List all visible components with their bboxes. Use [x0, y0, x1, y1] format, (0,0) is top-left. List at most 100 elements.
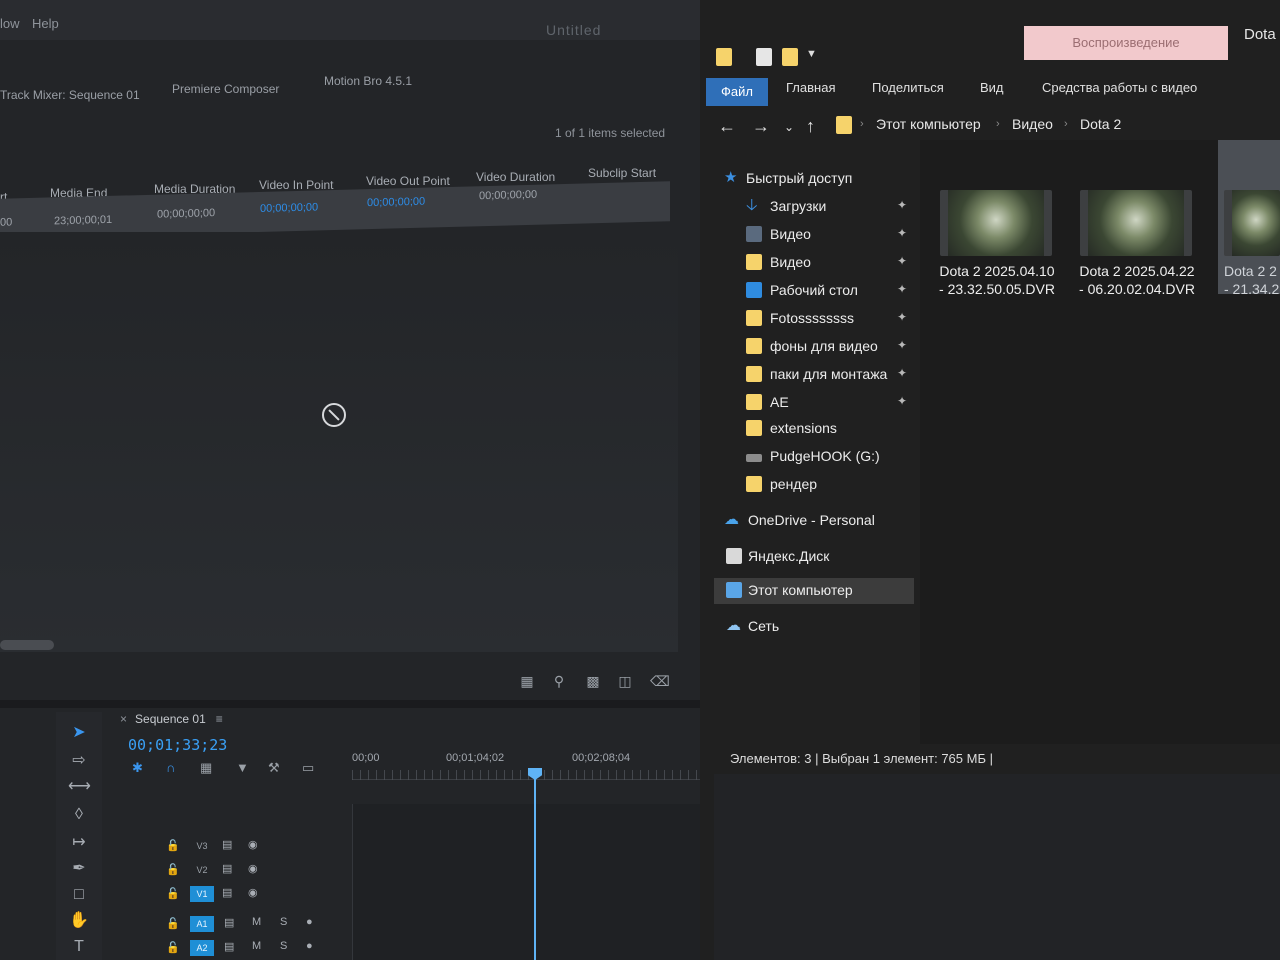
tab-share[interactable]: Поделиться	[872, 80, 944, 95]
nav-item-fotossssssss[interactable]: Fotossssssss ✦	[714, 306, 914, 332]
nav-item-quick-access[interactable]: ★ Быстрый доступ	[714, 166, 914, 192]
track-select-tool-icon[interactable]: ⇨	[68, 750, 90, 772]
pin-icon[interactable]: ✦	[897, 310, 907, 324]
eye-icon[interactable]: ◉	[248, 838, 258, 851]
nest-icon[interactable]: ✱	[132, 760, 143, 776]
linked-selection-icon[interactable]: ▦	[200, 760, 212, 776]
nav-item-video[interactable]: Видео ✦	[714, 222, 914, 248]
sync-lock-icon[interactable]: ▤	[222, 886, 232, 899]
lock-icon[interactable]: 🔓	[166, 887, 180, 900]
forward-arrow-icon[interactable]: →	[752, 116, 770, 137]
nav-item-this-pc[interactable]: Этот компьютер	[714, 578, 914, 604]
add-marker-icon[interactable]: ▼	[236, 760, 249, 775]
eye-icon[interactable]: ◉	[248, 886, 258, 899]
lock-icon[interactable]: 🔓	[166, 863, 180, 876]
ripple-edit-tool-icon[interactable]: ⟷	[68, 776, 91, 798]
nav-item-editing-packs[interactable]: паки для монтажа ✦	[714, 362, 914, 388]
slip-tool-icon[interactable]: ↦	[68, 832, 90, 854]
microphone-icon[interactable]: ●	[306, 940, 313, 952]
nav-item-onedrive[interactable]: ☁ OneDrive - Personal	[714, 508, 914, 534]
nav-item-downloads[interactable]: 🡣 Загрузки ✦	[714, 194, 914, 220]
back-arrow-icon[interactable]: ←	[718, 116, 736, 137]
nav-item-desktop[interactable]: Рабочий стол ✦	[714, 278, 914, 304]
nav-item-pudgehook-drive[interactable]: PudgeHOOK (G:)	[714, 444, 914, 470]
close-icon[interactable]: ×	[120, 712, 127, 726]
sequence-tab[interactable]: × Sequence 01 ≡	[120, 712, 223, 726]
track-name[interactable]: A2	[190, 940, 214, 956]
eye-icon[interactable]: ◉	[248, 862, 258, 875]
sync-lock-icon[interactable]: ▤	[224, 916, 234, 929]
tab-track-mixer[interactable]: Track Mixer: Sequence 01	[0, 88, 140, 102]
microphone-icon[interactable]: ●	[306, 916, 313, 928]
pin-icon[interactable]: ✦	[897, 254, 907, 268]
nav-item-network[interactable]: ☁ Сеть	[714, 614, 914, 640]
tab-video-tools[interactable]: Средства работы с видео	[1042, 80, 1197, 95]
lock-icon[interactable]: 🔓	[166, 917, 180, 930]
razor-tool-icon[interactable]: ◊	[68, 804, 90, 826]
nav-item-yandex-disk[interactable]: Яндекс.Диск	[714, 544, 914, 570]
track-name[interactable]: V2	[190, 862, 214, 878]
new-folder-icon[interactable]	[782, 48, 798, 66]
panel-divider[interactable]	[0, 700, 712, 708]
sync-lock-icon[interactable]: ▤	[222, 838, 232, 851]
track-name[interactable]: V3	[190, 838, 214, 854]
col-video-out-point[interactable]: Video Out Point	[366, 174, 450, 188]
lock-icon[interactable]: 🔓	[166, 941, 180, 954]
tab-view[interactable]: Вид	[980, 80, 1004, 95]
horizontal-scrollbar[interactable]	[0, 640, 54, 650]
col-subclip-start[interactable]: Subclip Start	[588, 166, 656, 180]
freeform-view-icon[interactable]: ▦	[518, 672, 536, 690]
pin-icon[interactable]: ✦	[897, 226, 907, 240]
nav-item-video-2[interactable]: Видео ✦	[714, 250, 914, 276]
mute-button[interactable]: M	[252, 916, 261, 928]
customize-toolbar-icon[interactable]: ▼	[806, 48, 822, 66]
breadcrumb-dota2[interactable]: Dota 2	[1080, 116, 1121, 132]
tab-home[interactable]: Главная	[786, 80, 835, 95]
pin-icon[interactable]: ✦	[897, 198, 907, 212]
pin-icon[interactable]: ✦	[897, 366, 907, 380]
tab-motion-bro[interactable]: Motion Bro 4.5.1	[324, 74, 412, 88]
pin-icon[interactable]: ✦	[897, 282, 907, 296]
new-bin-icon[interactable]: ▩	[584, 672, 602, 690]
col-video-duration[interactable]: Video Duration	[476, 170, 555, 184]
snap-icon[interactable]: ∩	[166, 760, 175, 775]
menu-help[interactable]: Help	[32, 16, 59, 31]
up-arrow-icon[interactable]: ↑	[806, 116, 815, 137]
solo-button[interactable]: S	[280, 916, 287, 928]
playhead-line[interactable]	[534, 768, 536, 960]
track-name[interactable]: A1	[190, 916, 214, 932]
captions-icon[interactable]: ▭	[302, 760, 314, 776]
solo-button[interactable]: S	[280, 940, 287, 952]
breadcrumb-this-pc[interactable]: Этот компьютер	[876, 116, 981, 132]
playback-context-tab[interactable]: Воспроизведение	[1024, 26, 1228, 60]
hand-tool-icon[interactable]: ✋	[68, 910, 90, 932]
sync-lock-icon[interactable]: ▤	[224, 940, 234, 953]
tab-premiere-composer[interactable]: Premiere Composer	[172, 82, 279, 96]
tab-file[interactable]: Файл	[706, 78, 768, 106]
sync-lock-icon[interactable]: ▤	[222, 862, 232, 875]
breadcrumb-video[interactable]: Видео	[1012, 116, 1053, 132]
wrench-icon[interactable]: ⚒	[268, 760, 280, 776]
nav-item-ae[interactable]: AE ✦	[714, 390, 914, 416]
properties-icon[interactable]	[756, 48, 772, 66]
nav-item-video-backgrounds[interactable]: фоны для видео ✦	[714, 334, 914, 360]
nav-item-render[interactable]: рендер	[714, 472, 914, 498]
mute-button[interactable]: M	[252, 940, 261, 952]
new-item-icon[interactable]: ◫	[616, 672, 634, 690]
pin-icon[interactable]: ✦	[897, 338, 907, 352]
cell-video-out-point[interactable]: 00;00;00;00	[367, 196, 425, 210]
nav-item-extensions[interactable]: extensions	[714, 416, 914, 442]
lock-icon[interactable]: 🔓	[166, 839, 180, 852]
panel-menu-icon[interactable]: ≡	[216, 712, 223, 726]
menu-window[interactable]: low	[0, 16, 20, 31]
playhead-timecode[interactable]: 00;01;33;23	[128, 736, 227, 754]
find-icon[interactable]: ⚲	[550, 672, 568, 690]
folder-icon[interactable]	[716, 48, 732, 66]
pin-icon[interactable]: ✦	[897, 394, 907, 408]
pen-tool-icon[interactable]: ✒	[68, 858, 90, 880]
recent-locations-icon[interactable]: ⌄	[784, 120, 794, 134]
type-tool-icon[interactable]: T	[68, 936, 90, 958]
rectangle-tool-icon[interactable]: □	[68, 884, 90, 906]
track-name[interactable]: V1	[190, 886, 214, 902]
trash-icon[interactable]: ⌫	[650, 672, 670, 690]
